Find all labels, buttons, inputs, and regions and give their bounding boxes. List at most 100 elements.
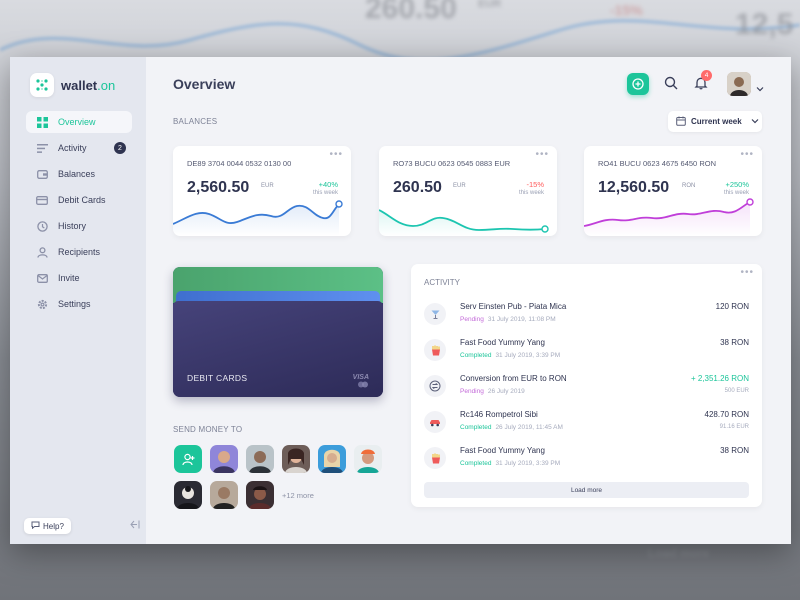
sidebar-item-balances[interactable]: Balances — [26, 163, 132, 185]
balance-currency: RON — [682, 183, 696, 189]
balance-change: +40% — [318, 180, 338, 189]
more-recipients-link[interactable]: +12 more — [282, 491, 314, 500]
activity-amount: 428.70 RON — [704, 410, 749, 419]
help-label: Help? — [43, 521, 64, 531]
activity-date: 31 July 2019, 11:08 PM — [487, 316, 556, 323]
user-icon — [36, 246, 48, 258]
activity-status-line: Completed 31 July 2019, 3:39 PM — [460, 460, 560, 467]
sidebar-nav: Overview Activity 2 Balances Debit Cards… — [10, 111, 146, 315]
activity-status-line: Pending 26 July 2019 — [460, 388, 525, 395]
chevron-down-icon — [751, 117, 759, 126]
sidebar-item-history[interactable]: History — [26, 215, 132, 237]
sidebar-item-label: Recipients — [58, 247, 101, 257]
activity-row[interactable]: Rc146 Rompetrol Sibi Completed 26 July 20… — [424, 409, 749, 439]
activity-row[interactable]: Fast Food Yummy Yang Completed 31 July 20… — [424, 445, 749, 475]
sidebar-item-overview[interactable]: Overview — [26, 111, 132, 133]
page-title: Overview — [173, 76, 236, 92]
recipient-avatar[interactable] — [174, 481, 202, 509]
activity-count-badge: 2 — [114, 142, 126, 154]
period-label: Current week — [691, 117, 742, 126]
recipient-avatar[interactable] — [246, 445, 274, 473]
sidebar-item-recipients[interactable]: Recipients — [26, 241, 132, 263]
activity-status: Completed — [460, 460, 492, 467]
drink-icon — [424, 303, 446, 325]
load-more-button[interactable]: Load more — [424, 482, 749, 498]
balance-currency: EUR — [261, 183, 274, 189]
activity-status: Pending — [460, 316, 484, 323]
activity-name: Rc146 Rompetrol Sibi — [460, 410, 538, 419]
period-selector[interactable]: Current week — [668, 111, 762, 132]
activity-panel: ACTIVITY ••• Serv Einsten Pub - Piata Mi… — [411, 264, 762, 507]
mail-icon — [36, 272, 48, 284]
collapse-sidebar-icon[interactable] — [130, 520, 140, 531]
balance-change: +250% — [725, 180, 749, 189]
balance-sparkline — [584, 198, 754, 236]
recipient-avatar[interactable] — [318, 445, 346, 473]
background-load-more: Load more — [648, 546, 710, 560]
logo-text: wallet.on — [61, 77, 116, 93]
logo[interactable]: wallet.on — [10, 71, 146, 99]
balance-amount: 12,560.50 — [598, 179, 670, 196]
activity-row[interactable]: Serv Einsten Pub - Piata Mica Pending 31 … — [424, 301, 749, 331]
help-button[interactable]: Help? — [24, 518, 71, 534]
sidebar-item-label: Overview — [58, 117, 96, 127]
activity-amount: 120 RON — [715, 302, 749, 311]
more-options-icon[interactable]: ••• — [329, 149, 343, 160]
plus-circle-icon — [632, 78, 644, 90]
more-options-icon[interactable]: ••• — [740, 267, 754, 278]
sidebar-item-label: Balances — [58, 169, 96, 179]
balance-sparkline — [379, 209, 549, 236]
search-icon[interactable] — [664, 76, 678, 95]
balance-sparkline — [173, 200, 343, 236]
debit-cards-label: DEBIT CARDS — [187, 373, 248, 383]
activity-row[interactable]: Conversion from EUR to RON Pending 26 Jul… — [424, 373, 749, 403]
activity-name: Fast Food Yummy Yang — [460, 446, 545, 455]
balance-card-2[interactable]: RO73 BUCU 0623 0545 0883 EUR ••• 260.50 … — [379, 146, 557, 236]
account-iban: RO73 BUCU 0623 0545 0883 EUR — [393, 159, 511, 168]
activity-name: Conversion from EUR to RON — [460, 374, 567, 383]
add-user-icon — [181, 453, 194, 465]
add-button[interactable] — [627, 73, 649, 95]
activity-converted-amount: 500 EUR — [724, 388, 749, 394]
sidebar-item-activity[interactable]: Activity 2 — [26, 137, 132, 159]
activity-status: Completed — [460, 352, 492, 359]
exchange-icon — [424, 375, 446, 397]
sidebar-item-settings[interactable]: Settings — [26, 293, 132, 315]
activity-status: Pending — [460, 388, 484, 395]
activity-status-line: Pending 31 July 2019, 11:08 PM — [460, 316, 556, 323]
activity-status: Completed — [460, 424, 492, 431]
activity-amount: 38 RON — [720, 338, 749, 347]
background-amount: 260.50 — [365, 0, 457, 25]
background-change: -15% — [610, 2, 643, 18]
recipient-avatar[interactable] — [246, 481, 274, 509]
app-window: wallet.on Overview Activity 2 Balances D… — [10, 57, 791, 544]
background-currency: EUR — [478, 0, 502, 10]
activity-status-line: Completed 26 July 2019, 11:45 AM — [460, 424, 563, 431]
sidebar-item-invite[interactable]: Invite — [26, 267, 132, 289]
recipient-avatar[interactable] — [354, 445, 382, 473]
add-recipient-button[interactable] — [174, 445, 202, 473]
wallet-icon — [36, 168, 48, 180]
sidebar-item-label: Activity — [58, 143, 87, 153]
sidebar-item-debit-cards[interactable]: Debit Cards — [26, 189, 132, 211]
debit-card-stack[interactable]: DEBIT CARDS VISA — [173, 267, 383, 397]
chevron-down-icon[interactable] — [756, 79, 764, 97]
balance-card-3[interactable]: RO41 BUCU 0623 4675 6450 RON ••• 12,560.… — [584, 146, 762, 236]
notification-badge: 4 — [701, 70, 712, 81]
background-amount-2: 12,5 — [735, 8, 794, 41]
balance-amount: 2,560.50 — [187, 179, 250, 196]
activity-row[interactable]: Fast Food Yummy Yang Completed 31 July 20… — [424, 337, 749, 367]
main-content: Overview 4 BALANCES Current week DE89 37… — [146, 57, 791, 544]
more-options-icon[interactable]: ••• — [535, 149, 549, 160]
recipient-avatar[interactable] — [282, 445, 310, 473]
recipient-avatar[interactable] — [210, 481, 238, 509]
more-options-icon[interactable]: ••• — [740, 149, 754, 160]
balance-card-1[interactable]: DE89 3704 0044 0532 0130 00 ••• 2,560.50… — [173, 146, 351, 236]
balances-label: BALANCES — [173, 117, 218, 126]
activity-status-line: Completed 31 July 2019, 3:39 PM — [460, 352, 560, 359]
sidebar-item-label: History — [58, 221, 87, 231]
recipient-avatar[interactable] — [210, 445, 238, 473]
user-avatar[interactable] — [727, 72, 751, 96]
chat-icon — [31, 521, 40, 531]
activity-name: Fast Food Yummy Yang — [460, 338, 545, 347]
